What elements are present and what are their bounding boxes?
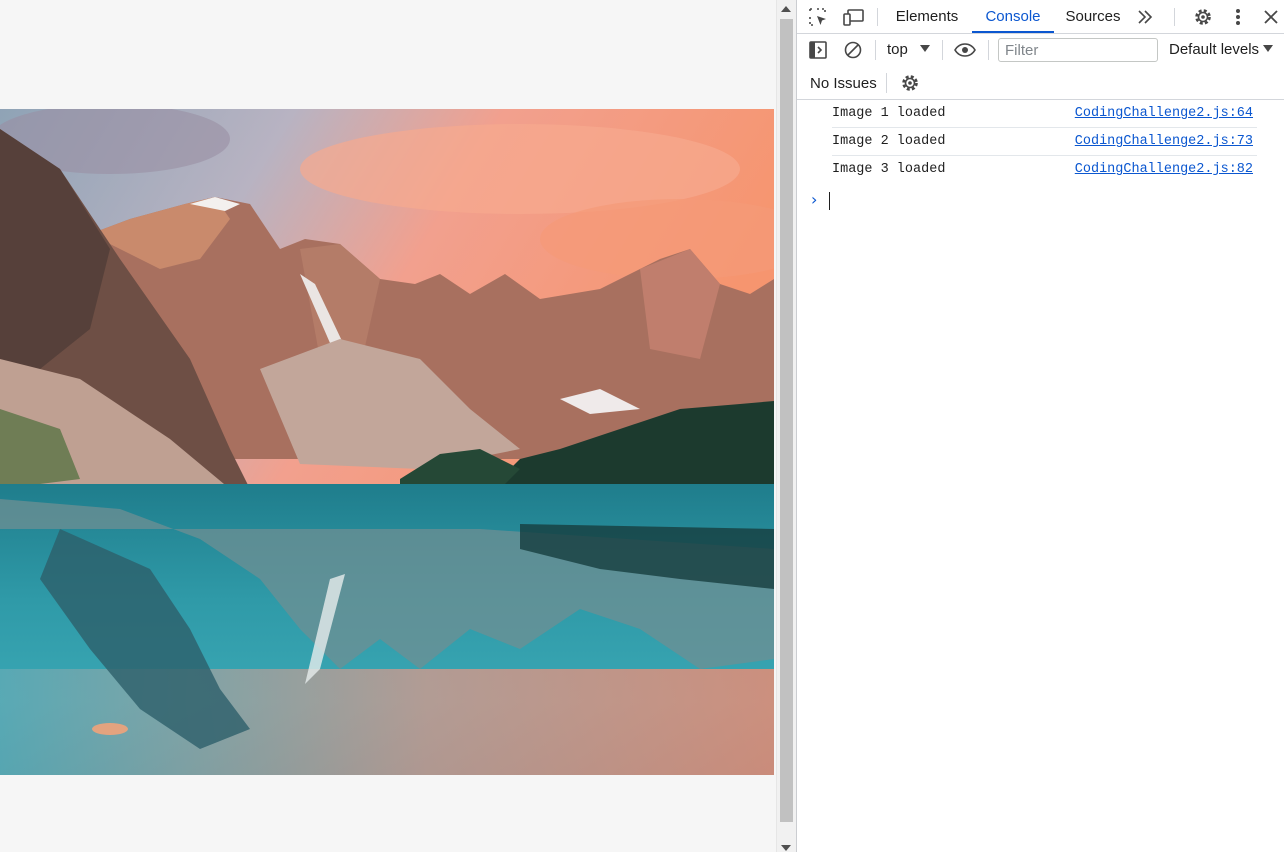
context-label: top [887, 41, 908, 58]
message-text: Image 2 loaded [832, 134, 946, 149]
issues-bar: No Issues [797, 66, 1284, 100]
clear-console-icon[interactable] [843, 40, 863, 60]
toolbar-separator [875, 40, 876, 60]
issues-label[interactable]: No Issues [810, 75, 877, 92]
sidebar-toggle-icon[interactable] [808, 40, 828, 60]
prompt-chevron-icon: › [811, 190, 818, 209]
devtools-panel: Elements Console Sources top Defa [796, 0, 1284, 852]
context-caret-icon [919, 45, 930, 52]
close-icon[interactable] [1261, 7, 1281, 27]
log-levels-dropdown[interactable]: Default levels [1169, 41, 1274, 58]
log-levels-label: Default levels [1169, 41, 1260, 58]
tab-console[interactable]: Console [972, 0, 1054, 33]
scroll-up-arrow-icon[interactable] [781, 6, 791, 12]
scroll-down-arrow-icon[interactable] [781, 845, 791, 851]
console-messages: Image 1 loaded CodingChallenge2.js:64 Im… [797, 100, 1284, 214]
filter-input[interactable] [998, 38, 1158, 62]
console-message: Image 3 loaded CodingChallenge2.js:82 [832, 156, 1257, 184]
message-text: Image 3 loaded [832, 162, 946, 177]
tab-separator [877, 8, 878, 26]
tab-elements[interactable]: Elements [889, 0, 965, 33]
gear-icon[interactable] [1192, 6, 1214, 28]
console-settings-gear-icon[interactable] [899, 72, 921, 94]
log-levels-caret-icon [1263, 45, 1274, 52]
scroll-thumb[interactable] [780, 19, 793, 822]
toolbar-separator [886, 73, 887, 93]
console-message: Image 1 loaded CodingChallenge2.js:64 [832, 100, 1257, 128]
devtools-tabbar: Elements Console Sources [797, 0, 1284, 34]
console-message: Image 2 loaded CodingChallenge2.js:73 [832, 128, 1257, 156]
message-text: Image 1 loaded [832, 106, 946, 121]
page-viewport [0, 0, 776, 852]
toolbar-separator [942, 40, 943, 60]
message-source-link[interactable]: CodingChallenge2.js:64 [1075, 106, 1253, 121]
page-scrollbar[interactable] [776, 0, 796, 852]
console-prompt[interactable]: › [797, 184, 1284, 214]
message-source-link[interactable]: CodingChallenge2.js:82 [1075, 162, 1253, 177]
tab-sources[interactable]: Sources [1061, 0, 1125, 33]
toolbar-separator [988, 40, 989, 60]
tab-separator [1174, 8, 1175, 26]
inspect-element-icon[interactable] [807, 6, 829, 28]
live-expression-eye-icon[interactable] [953, 40, 977, 60]
device-toolbar-icon[interactable] [842, 6, 866, 28]
text-cursor [829, 192, 830, 210]
landscape-image [0, 109, 774, 775]
message-source-link[interactable]: CodingChallenge2.js:73 [1075, 134, 1253, 149]
console-toolbar: top Default levels [797, 34, 1284, 66]
more-options-icon[interactable] [1228, 6, 1248, 28]
context-selector[interactable]: top [887, 41, 930, 58]
double-chevron-right-icon[interactable] [1135, 7, 1155, 27]
